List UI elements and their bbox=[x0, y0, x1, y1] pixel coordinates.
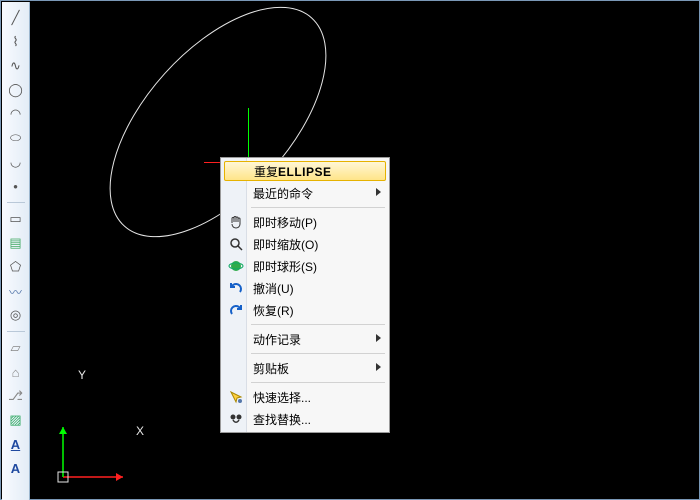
menu-item-label: 查找替换... bbox=[253, 411, 311, 428]
menu-item-label: 即时球形(S) bbox=[253, 258, 317, 275]
ellipse-arc-tool[interactable]: ◡ bbox=[6, 152, 26, 172]
qsel-icon bbox=[226, 387, 246, 407]
menu-item-label: 重复ELLIPSE bbox=[254, 163, 332, 180]
gradient-tool[interactable]: ▨ bbox=[6, 410, 26, 430]
menu-item-label: 即时移动(P) bbox=[253, 214, 317, 231]
donut-tool-icon: ◎ bbox=[10, 307, 21, 323]
line-tool-icon: ╱ bbox=[12, 10, 20, 26]
arc-tool-icon: ◠ bbox=[10, 106, 21, 122]
rectangle-tool-icon: ▭ bbox=[9, 211, 21, 227]
undo-icon bbox=[226, 278, 246, 298]
menu-item-action[interactable]: 动作记录 bbox=[223, 328, 387, 350]
ellipse-arc-tool-icon: ◡ bbox=[10, 154, 21, 170]
revision-cloud-tool[interactable]: 〰 bbox=[6, 281, 26, 301]
line-tool[interactable]: ╱ bbox=[6, 8, 26, 28]
menu-item-pan[interactable]: 即时移动(P) bbox=[223, 211, 387, 233]
multiline-text-tool-icon: A bbox=[11, 437, 20, 452]
single-text-tool[interactable]: A bbox=[6, 458, 26, 478]
ucs-x-label: X bbox=[136, 424, 144, 438]
polygon-tool-icon: ⬠ bbox=[10, 259, 21, 275]
circle-tool-icon: ◯ bbox=[8, 82, 23, 98]
multiline-text-tool[interactable]: A bbox=[6, 434, 26, 454]
hand-icon bbox=[226, 212, 246, 232]
menu-item-repeat[interactable]: 重复ELLIPSE bbox=[224, 161, 386, 181]
ellipse-tool[interactable]: ⬭ bbox=[6, 128, 26, 148]
3dpolyline-tool[interactable]: ⎇ bbox=[6, 386, 26, 406]
app-frame: ╱ ⌇ ∿ ◯ ◠ ⬭ ◡ • ▭ ▤ ⬠ 〰 ◎ ▱ ⌂ ⎇ ▨ AA Y X 重复ELLIPSE 最近的命令即时… bbox=[0, 0, 700, 500]
hatch-tool-icon: ▤ bbox=[9, 235, 21, 251]
menu-item-label: 动作记录 bbox=[253, 331, 301, 348]
find-icon bbox=[226, 409, 246, 429]
circle-tool[interactable]: ◯ bbox=[6, 80, 26, 100]
arc-tool[interactable]: ◠ bbox=[6, 104, 26, 124]
menu-item-label: 恢复(R) bbox=[253, 302, 294, 319]
context-menu: 重复ELLIPSE 最近的命令即时移动(P) 即时缩放(O) 即时球形(S) 撤消(U)… bbox=[220, 157, 390, 433]
orbit-icon bbox=[226, 256, 246, 276]
single-text-tool-icon: A bbox=[11, 461, 20, 476]
wipeout-tool-icon: ⌂ bbox=[12, 365, 20, 380]
hatch-tool[interactable]: ▤ bbox=[6, 233, 26, 253]
draw-toolbar: ╱ ⌇ ∿ ◯ ◠ ⬭ ◡ • ▭ ▤ ⬠ 〰 ◎ ▱ ⌂ ⎇ ▨ AA bbox=[2, 2, 30, 500]
ellipse-tool-icon: ⬭ bbox=[10, 130, 21, 146]
menu-item-label: 撤消(U) bbox=[253, 280, 294, 297]
spline-tool-icon: ∿ bbox=[10, 58, 21, 74]
drawing-canvas[interactable]: Y X 重复ELLIPSE 最近的命令即时移动(P) 即时缩放(O) 即时球形(S) 撤… bbox=[30, 2, 698, 498]
gradient-tool-icon: ▨ bbox=[9, 412, 21, 428]
spline-tool[interactable]: ∿ bbox=[6, 56, 26, 76]
menu-item-clip[interactable]: 剪贴板 bbox=[223, 357, 387, 379]
menu-item-undo[interactable]: 撤消(U) bbox=[223, 277, 387, 299]
submenu-arrow-icon bbox=[376, 363, 381, 371]
revision-cloud-tool-icon: 〰 bbox=[9, 282, 22, 301]
point-tool[interactable]: • bbox=[6, 176, 26, 196]
menu-item-qselect[interactable]: 快速选择... bbox=[223, 386, 387, 408]
point-tool-icon: • bbox=[13, 179, 18, 194]
menu-item-recent[interactable]: 最近的命令 bbox=[223, 182, 387, 204]
menu-item-label: 最近的命令 bbox=[253, 185, 313, 202]
ucs-icon: Y X bbox=[48, 422, 148, 492]
polygon-tool[interactable]: ⬠ bbox=[6, 257, 26, 277]
menu-item-label: 即时缩放(O) bbox=[253, 236, 318, 253]
zoom-icon bbox=[226, 234, 246, 254]
menu-item-find[interactable]: 查找替换... bbox=[223, 408, 387, 430]
context-menu-items: 重复ELLIPSE 最近的命令即时移动(P) 即时缩放(O) 即时球形(S) 撤消(U)… bbox=[223, 161, 387, 430]
wipeout-tool[interactable]: ⌂ bbox=[6, 362, 26, 382]
donut-tool[interactable]: ◎ bbox=[6, 305, 26, 325]
polyline-tool[interactable]: ⌇ bbox=[6, 32, 26, 52]
redo-icon bbox=[226, 300, 246, 320]
region-tool[interactable]: ▱ bbox=[6, 338, 26, 358]
region-tool-icon: ▱ bbox=[11, 340, 21, 356]
menu-item-redo[interactable]: 恢复(R) bbox=[223, 299, 387, 321]
submenu-arrow-icon bbox=[376, 334, 381, 342]
menu-item-label: 剪贴板 bbox=[253, 360, 289, 377]
menu-item-orbit[interactable]: 即时球形(S) bbox=[223, 255, 387, 277]
polyline-tool-icon: ⌇ bbox=[12, 34, 18, 50]
menu-item-zoom[interactable]: 即时缩放(O) bbox=[223, 233, 387, 255]
menu-item-label: 快速选择... bbox=[253, 389, 311, 406]
rectangle-tool[interactable]: ▭ bbox=[6, 209, 26, 229]
ucs-y-label: Y bbox=[78, 368, 86, 382]
3dpolyline-tool-icon: ⎇ bbox=[8, 388, 23, 404]
submenu-arrow-icon bbox=[376, 188, 381, 196]
